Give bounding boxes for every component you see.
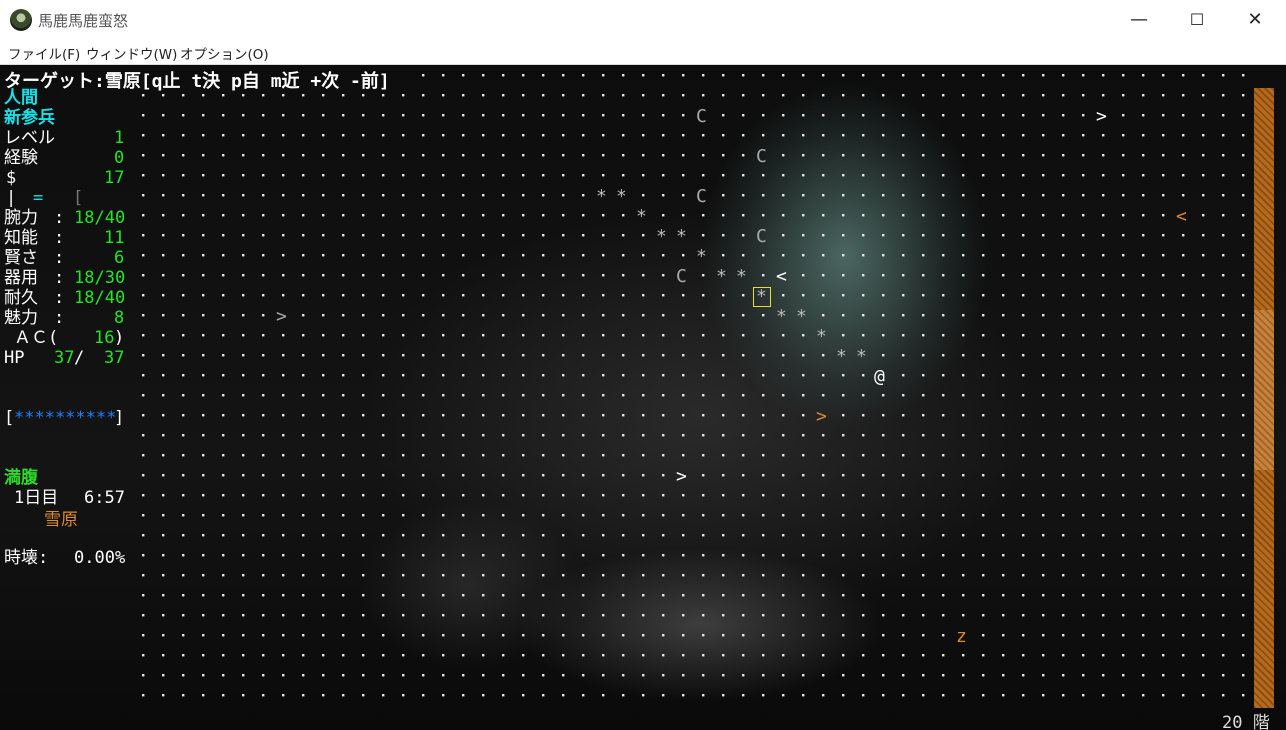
equip-ring-symbol: =	[33, 188, 44, 208]
path-marker: *	[676, 226, 687, 247]
monster-c[interactable]: C	[756, 227, 767, 247]
str-colon: :	[54, 208, 65, 228]
close-button[interactable]: ✕	[1226, 0, 1284, 40]
menu-options[interactable]: オプション(O)	[180, 43, 269, 63]
cha-value: 8	[114, 308, 125, 328]
ac-close: )	[114, 328, 125, 348]
minimize-button[interactable]: —	[1110, 0, 1168, 40]
wis-colon: :	[54, 248, 65, 268]
con-label: 耐久	[4, 288, 38, 308]
cha-label: 魅力	[4, 308, 38, 328]
level-value: 1	[114, 128, 125, 148]
int-label: 知能	[4, 228, 38, 248]
path-marker: *	[716, 266, 727, 287]
health-bar: **********	[14, 408, 117, 428]
stairs-down[interactable]: >	[1096, 107, 1107, 127]
stairs-down[interactable]: >	[816, 407, 827, 427]
game-time: 6:57	[84, 488, 125, 508]
int-colon: :	[54, 228, 65, 248]
str-label: 腕力	[4, 208, 38, 228]
item-z[interactable]: z	[956, 627, 967, 647]
stairs-up[interactable]: <	[776, 267, 787, 287]
title-bar: 馬鹿馬鹿蛮怒 — ☐ ✕	[0, 0, 1286, 40]
path-marker-targeted: *	[756, 286, 767, 307]
path-marker: *	[776, 306, 787, 327]
ac-value: 16	[94, 328, 115, 348]
game-viewport[interactable]: ターゲット:雪原[q止 t決 p自 m近 +次 -前] 人間 新参兵 レベル 1…	[0, 65, 1286, 730]
str-value: 18/40	[74, 208, 126, 228]
menu-file[interactable]: ファイル(F)	[8, 43, 80, 63]
wis-value: 6	[114, 248, 125, 268]
stairs-down[interactable]: >	[676, 467, 687, 487]
menu-bar: ファイル(F) ウィンドウ(W) オプション(O)	[0, 40, 1286, 65]
monster-c[interactable]: C	[676, 267, 687, 287]
path-marker: *	[656, 226, 667, 247]
game-window: 馬鹿馬鹿蛮怒 — ☐ ✕ ファイル(F) ウィンドウ(W) オプション(O) タ…	[0, 0, 1286, 730]
target-prompt: ターゲット:雪原[q止 t決 p自 m近 +次 -前]	[4, 71, 390, 92]
time-rot-label: 時壊:	[4, 548, 49, 568]
day-count: 1日目	[14, 488, 59, 508]
right-edge-wall-bar	[1254, 88, 1274, 708]
cha-colon: :	[54, 308, 65, 328]
path-marker: *	[696, 246, 707, 267]
dex-colon: :	[54, 268, 65, 288]
con-value: 18/40	[74, 288, 126, 308]
hp-current: 37	[54, 348, 75, 368]
stairs-down[interactable]: >	[276, 307, 287, 327]
maximize-button[interactable]: ☐	[1168, 0, 1226, 40]
path-marker: *	[616, 186, 627, 207]
hunger-status: 満腹	[4, 468, 38, 488]
path-marker: *	[796, 306, 807, 327]
path-marker: *	[816, 326, 827, 347]
ac-label: ＡＣ(	[14, 328, 59, 348]
dex-label: 器用	[4, 268, 38, 288]
level-label: レベル	[4, 128, 55, 148]
menu-window[interactable]: ウィンドウ(W)	[86, 43, 177, 63]
wis-label: 賢さ	[4, 248, 38, 268]
hp-separator: /	[74, 348, 85, 368]
equip-armor-symbol: [	[73, 188, 84, 208]
monster-c[interactable]: C	[756, 147, 767, 167]
gold-label: $	[6, 168, 17, 188]
path-marker: *	[636, 206, 647, 227]
player-character[interactable]: @	[874, 367, 885, 387]
path-marker: *	[736, 266, 747, 287]
monster-c[interactable]: C	[696, 107, 707, 127]
health-bar-close: ]	[114, 408, 125, 428]
path-marker: *	[856, 346, 867, 367]
hp-max: 37	[104, 348, 125, 368]
time-rot-value: 0.00%	[74, 548, 126, 568]
path-marker: *	[836, 346, 847, 367]
int-value: 11	[104, 228, 125, 248]
window-title: 馬鹿馬鹿蛮怒	[38, 12, 129, 30]
hp-label: HP	[4, 348, 25, 368]
stairs-up[interactable]: <	[1176, 207, 1187, 227]
map-floor-grid	[142, 74, 1245, 697]
dungeon-floor-indicator: 20 階	[1222, 713, 1270, 730]
health-bar-open: [	[4, 408, 15, 428]
character-race: 人間	[4, 88, 38, 108]
path-marker: *	[596, 186, 607, 207]
game-app-icon	[10, 9, 32, 31]
equip-weapon-symbol: |	[6, 188, 17, 208]
exp-label: 経験	[4, 148, 38, 168]
con-colon: :	[54, 288, 65, 308]
gold-value: 17	[104, 168, 125, 188]
exp-value: 0	[114, 148, 125, 168]
dex-value: 18/30	[74, 268, 126, 288]
character-title: 新参兵	[4, 108, 55, 128]
location-name: 雪原	[44, 510, 78, 530]
monster-c[interactable]: C	[696, 187, 707, 207]
